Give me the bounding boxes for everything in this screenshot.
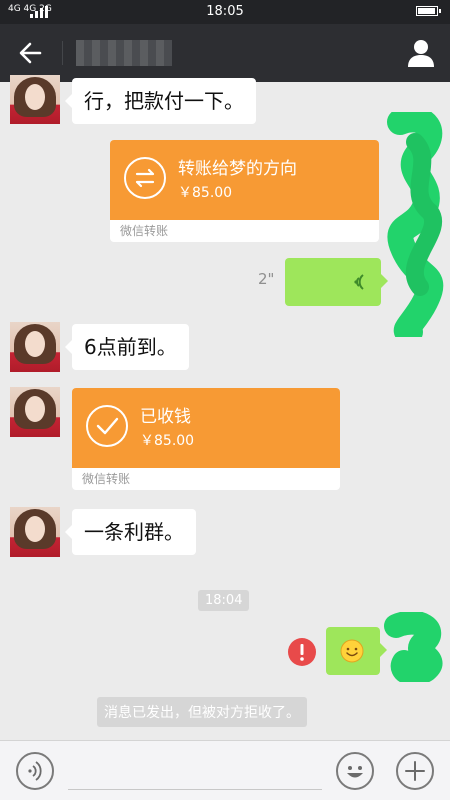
- voice-duration: 2": [258, 270, 275, 288]
- transfer-card-received[interactable]: 已收钱 ￥85.00 微信转账: [72, 388, 340, 490]
- contact-avatar[interactable]: [10, 387, 60, 437]
- transfer-amount: ￥85.00: [178, 185, 233, 201]
- redaction-scribble: [384, 612, 443, 682]
- contact-avatar[interactable]: [10, 75, 60, 124]
- battery-icon: [416, 6, 441, 16]
- back-button[interactable]: [12, 34, 50, 72]
- transfer-arrows-icon: [124, 157, 166, 199]
- status-bar: 4G 4G 2G 18:05: [0, 0, 450, 24]
- timestamp: 18:04: [198, 590, 250, 611]
- exclamation-icon: [300, 644, 304, 661]
- chat-header: 萝: [0, 24, 450, 82]
- title-divider: [62, 41, 63, 65]
- plus-icon: [405, 761, 425, 781]
- transfer-title: 转账给梦的方向: [178, 159, 297, 179]
- more-button[interactable]: [396, 752, 434, 790]
- voice-input-button[interactable]: [16, 752, 54, 790]
- message-bubble-received[interactable]: 6点前到。: [65, 324, 189, 370]
- message-bubble-received[interactable]: 行，把款付一下。: [65, 78, 256, 124]
- contact-avatar[interactable]: [10, 322, 60, 372]
- transfer-card-sent[interactable]: 转账给梦的方向 ￥85.00 微信转账: [110, 140, 379, 242]
- emoji-button[interactable]: [336, 752, 374, 790]
- redaction-scribble: [387, 112, 444, 337]
- chat-info-button[interactable]: [404, 36, 438, 70]
- transfer-footer: 微信转账: [82, 472, 131, 486]
- person-icon: [408, 40, 434, 67]
- message-text: 一条利群。: [84, 520, 184, 544]
- transfer-footer: 微信转账: [120, 224, 169, 238]
- transfer-title: 已收钱: [140, 407, 191, 427]
- emoji-message-bubble[interactable]: [326, 627, 387, 675]
- message-input[interactable]: [68, 789, 322, 790]
- message-text: 行，把款付一下。: [84, 89, 244, 113]
- transfer-amount: ￥85.00: [140, 433, 195, 449]
- emoji-icon: [347, 766, 363, 778]
- voice-message-bubble[interactable]: [285, 258, 388, 306]
- status-time: 18:05: [206, 4, 244, 19]
- input-bar: [0, 740, 450, 800]
- voice-input-icon: [28, 761, 42, 781]
- message-text: 6点前到。: [84, 335, 177, 359]
- send-failed-button[interactable]: [288, 638, 316, 666]
- message-bubble-received[interactable]: 一条利群。: [65, 509, 196, 555]
- contact-name: 萝: [76, 40, 172, 66]
- arrow-left-icon: [19, 42, 42, 64]
- voice-wave-icon: [354, 274, 364, 290]
- smiley-icon: [340, 639, 364, 663]
- system-notice: 消息已发出，但被对方拒收了。: [97, 697, 307, 727]
- contact-avatar[interactable]: [10, 507, 60, 557]
- checkmark-icon: [86, 405, 128, 447]
